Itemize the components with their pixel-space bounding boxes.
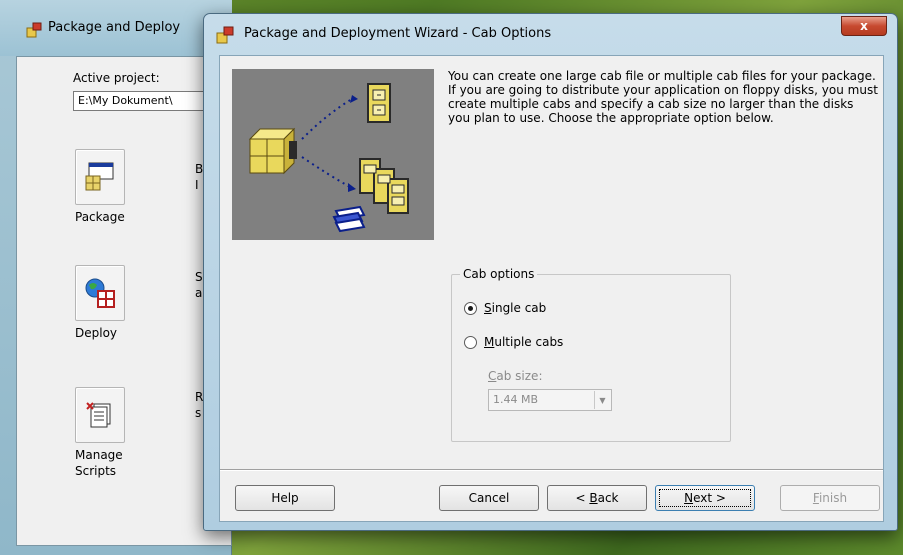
dialog-title: Package and Deployment Wizard - Cab Opti…	[244, 26, 552, 41]
manage-scripts-tool[interactable]: Manage Scripts	[75, 387, 139, 479]
cancel-button[interactable]: Cancel	[439, 485, 539, 511]
close-icon: x	[860, 19, 868, 33]
floppy-disks-icon	[332, 205, 366, 233]
chevron-down-icon: ▼	[594, 391, 610, 409]
background-window: Package and Deploy Active project: E:\My…	[0, 0, 233, 555]
focus-ring	[659, 489, 751, 507]
package-tool[interactable]: Package	[75, 149, 139, 225]
multiple-cabs-radio[interactable]	[464, 335, 477, 349]
close-button[interactable]: x	[841, 16, 887, 36]
cab-size-value: 1.44 MB	[493, 393, 539, 406]
multiple-cabs-option[interactable]: Multiple cabs	[464, 335, 563, 349]
multiple-cabs-label: Multiple cabs	[484, 335, 564, 349]
single-cab-icon	[367, 83, 391, 123]
single-cab-label: Single cab	[484, 301, 547, 315]
scripts-icon	[86, 402, 111, 428]
deploy-description: S a	[195, 270, 203, 300]
wizard-description: You can create one large cab file or mul…	[448, 69, 878, 125]
help-button[interactable]: Help	[235, 485, 335, 511]
manage-scripts-button[interactable]	[75, 387, 125, 443]
package-label: Package	[75, 210, 125, 224]
package-description: B I	[195, 162, 204, 192]
deploy-tool[interactable]: Deploy	[75, 265, 139, 341]
package-cube-icon	[248, 127, 297, 175]
single-cab-radio[interactable]	[464, 301, 477, 315]
cab-files-illustration	[248, 83, 409, 233]
multiple-cabs-icon	[359, 158, 409, 214]
dialog-client-area: You can create one large cab file or mul…	[219, 55, 884, 522]
back-button[interactable]: < Back	[547, 485, 647, 511]
next-button[interactable]: Next >	[655, 485, 755, 511]
package-app-icon	[26, 22, 42, 38]
background-window-title: Package and Deploy	[48, 20, 181, 35]
cab-size-label: Cab size:	[488, 369, 543, 383]
active-project-label: Active project:	[73, 71, 160, 85]
radio-selected-dot	[468, 305, 473, 311]
manage-scripts-label: Manage Scripts	[75, 448, 123, 478]
package-button[interactable]	[75, 149, 125, 205]
cab-size-select[interactable]: 1.44 MB ▼	[488, 389, 612, 411]
single-cab-option[interactable]: Single cab	[464, 301, 546, 315]
background-client-area: Active project: E:\My Dokument\ Package …	[16, 56, 233, 546]
background-titlebar: Package and Deploy	[0, 0, 232, 56]
deploy-label: Deploy	[75, 326, 118, 340]
cab-options-group: Cab options Single cab Multiple cabs Cab…	[451, 267, 731, 442]
wizard-illustration	[232, 69, 434, 240]
wizard-app-icon	[216, 26, 234, 44]
deploy-button[interactable]	[75, 265, 125, 321]
finish-button[interactable]: Finish	[780, 485, 880, 511]
cab-options-legend: Cab options	[460, 267, 538, 281]
cab-options-dialog: Package and Deployment Wizard - Cab Opti…	[203, 13, 898, 531]
package-icon	[85, 162, 114, 191]
deploy-icon	[85, 278, 115, 308]
button-separator	[220, 469, 883, 471]
